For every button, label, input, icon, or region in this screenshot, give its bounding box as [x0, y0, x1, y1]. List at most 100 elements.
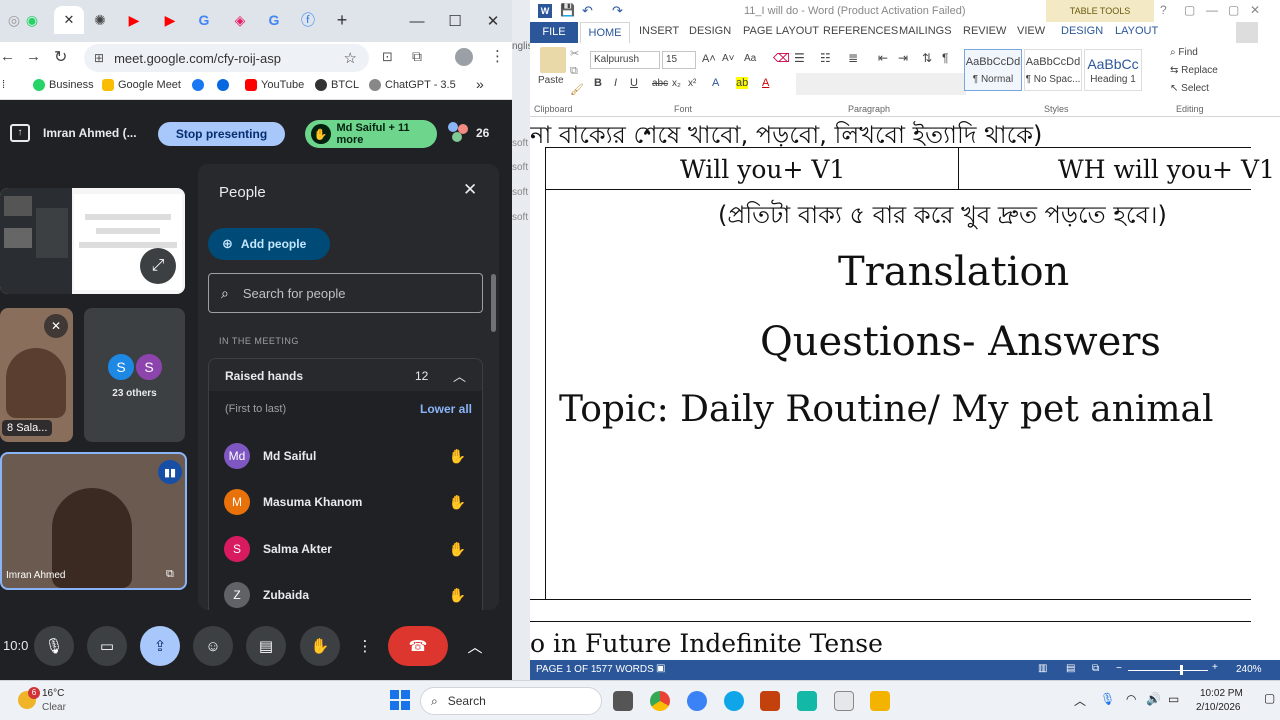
new-tab-icon[interactable]: + — [328, 6, 356, 34]
show-marks-icon[interactable]: ¶ — [942, 51, 948, 65]
raise-hand-icon[interactable]: ✋ — [300, 626, 340, 666]
paste-label[interactable]: Paste — [538, 75, 564, 86]
bookmark-business[interactable]: Business — [33, 79, 94, 91]
chevron-up-icon[interactable]: ︿ — [453, 366, 466, 385]
wifi-icon[interactable]: ◠ — [1126, 692, 1136, 706]
maximize-icon[interactable]: ☐ — [440, 8, 470, 34]
select-button[interactable]: ↖ Select — [1170, 83, 1209, 94]
close-icon[interactable]: ✕ — [64, 12, 75, 28]
more-bookmarks-icon[interactable]: » — [476, 76, 484, 92]
stop-presenting-button[interactable]: Stop presenting — [158, 122, 285, 146]
style-heading-1[interactable]: AaBbCc Heading 1 — [1084, 49, 1142, 91]
tab-whatsapp[interactable]: ◉ — [18, 6, 46, 34]
chevron-up-icon[interactable]: ︿ — [1074, 692, 1086, 709]
file-explorer-icon[interactable] — [870, 691, 890, 711]
volume-icon[interactable]: 🔊 — [1146, 692, 1161, 706]
tab-file[interactable]: FILE — [530, 22, 578, 43]
tab-item-2[interactable]: ◈ — [226, 6, 254, 34]
list-item[interactable]: M Masuma Khanom ✋ — [224, 486, 474, 518]
close-window-icon[interactable]: ✕ — [478, 8, 508, 34]
list-item[interactable]: S Salma Akter ✋ — [224, 533, 474, 565]
self-video-tile[interactable]: ▮▮ Imran Ahmed ⧉ — [0, 452, 187, 590]
tab-facebook[interactable]: ⓕ — [294, 6, 322, 34]
tab-meet-active[interactable]: ✕ — [54, 6, 84, 34]
proofing-icon[interactable]: ▣ — [656, 663, 665, 674]
style-normal[interactable]: AaBbCcDd ¶ Normal — [964, 49, 1022, 91]
windows-start-icon[interactable] — [390, 690, 410, 710]
chevron-up-icon[interactable]: ︿ — [460, 626, 490, 666]
profile-avatar[interactable] — [455, 48, 473, 66]
taskbar-date[interactable]: 2/10/2026 — [1196, 702, 1241, 713]
help-icon[interactable]: ? — [1160, 3, 1167, 17]
save-icon[interactable]: 💾 — [560, 3, 575, 17]
list-item[interactable]: Z Zubaida ✋ — [224, 579, 474, 610]
others-tile[interactable]: S S 23 others — [84, 308, 185, 442]
tab-references[interactable]: REFERENCES — [823, 25, 898, 37]
superscript-icon[interactable]: x² — [688, 78, 696, 89]
text-effects-icon[interactable]: A — [712, 77, 719, 89]
reload-icon[interactable]: ↻ — [54, 47, 67, 67]
back-icon[interactable]: ← — [0, 48, 15, 65]
raised-hands-chip[interactable]: ✋ Md Saiful + 11 more — [305, 120, 437, 148]
shrink-font-icon[interactable]: A˅ — [722, 53, 735, 64]
maximize-icon[interactable]: ▢ — [1228, 3, 1239, 17]
underline-icon[interactable]: U — [630, 77, 638, 89]
replace-button[interactable]: ⇆ Replace — [1170, 65, 1218, 76]
tab-chatgpt[interactable]: ✺ — [86, 6, 114, 34]
bookmark-youtube[interactable]: YouTube — [245, 79, 304, 91]
tab-youtube-2[interactable]: ▶ — [156, 6, 184, 34]
address-bar[interactable]: ⊞ meet.google.com/cfy-roij-asp ☆ — [84, 44, 369, 72]
forward-icon[interactable]: → — [26, 48, 41, 65]
minimize-icon[interactable]: — — [402, 8, 432, 34]
camera-icon[interactable]: ▭ — [87, 626, 127, 666]
find-button[interactable]: ⌕ Find — [1170, 47, 1198, 58]
raised-hands-header[interactable]: Raised hands 12 ︿ — [209, 359, 482, 391]
extensions-icon[interactable]: ⧉ — [412, 48, 422, 65]
increase-indent-icon[interactable]: ⇥ — [898, 51, 908, 65]
font-color-icon[interactable]: A — [762, 77, 769, 89]
bookmark-star-icon[interactable]: ☆ — [344, 49, 357, 67]
tab-table-layout[interactable]: LAYOUT — [1115, 25, 1158, 37]
tab-mailings[interactable]: MAILINGS — [899, 25, 952, 37]
bookmark-facebook[interactable] — [192, 79, 204, 91]
paste-icon[interactable] — [540, 47, 566, 73]
tab-review[interactable]: REVIEW — [963, 25, 1006, 37]
decrease-indent-icon[interactable]: ⇤ — [878, 51, 888, 65]
zoom-level[interactable]: 240% — [1236, 664, 1262, 675]
paragraph-tools-row[interactable] — [796, 73, 966, 95]
tab-page-layout[interactable]: PAGE LAYOUT — [743, 25, 819, 37]
app-icon[interactable] — [760, 691, 780, 711]
tab-view[interactable]: VIEW — [1017, 25, 1045, 37]
subscript-icon[interactable]: x₂ — [672, 78, 681, 89]
bookmark-chatgpt[interactable]: ChatGPT - 3.5 — [369, 79, 456, 91]
print-layout-icon[interactable]: ▤ — [1066, 663, 1075, 674]
grow-font-icon[interactable]: A˄ — [702, 53, 716, 65]
tab-insert[interactable]: INSERT — [639, 25, 679, 37]
notepad-icon[interactable] — [834, 691, 854, 711]
tab-youtube-1[interactable]: ▶ — [120, 6, 148, 34]
zoom-slider[interactable] — [1128, 670, 1208, 671]
tab-design[interactable]: DESIGN — [689, 25, 731, 37]
redo-icon[interactable]: ↷ — [612, 3, 623, 19]
ribbon-options-icon[interactable]: ▢ — [1184, 3, 1195, 17]
participant-tile[interactable]: ✕ 8 Sala... — [0, 308, 73, 442]
pin-icon[interactable]: ⧉ — [166, 568, 174, 581]
cast-icon[interactable]: ⊡ — [382, 49, 393, 65]
participants-icon[interactable] — [448, 122, 470, 144]
scrollbar[interactable] — [491, 274, 496, 332]
bullets-icon[interactable]: ☰ — [794, 51, 805, 65]
close-window-icon[interactable]: ✕ — [1250, 3, 1260, 17]
tab-google-2[interactable]: G — [260, 6, 288, 34]
menu-dots-icon[interactable]: ⋮ — [490, 47, 505, 65]
minimize-icon[interactable]: — — [1206, 3, 1218, 17]
numbering-icon[interactable]: ☷ — [820, 51, 831, 65]
bold-icon[interactable]: B — [594, 77, 602, 89]
document-canvas[interactable]: না বাক্যের শেষে খাবো, পড়বো, লিখবো ইত্যা… — [530, 117, 1280, 657]
chrome-app-icon[interactable] — [650, 691, 670, 711]
account-avatar[interactable] — [1236, 22, 1258, 43]
edge-app-icon[interactable] — [724, 691, 744, 711]
read-mode-icon[interactable]: ▥ — [1038, 663, 1047, 674]
leave-call-icon[interactable]: ☎ — [388, 626, 448, 666]
lower-all-button[interactable]: Lower all — [420, 402, 472, 416]
emoji-icon[interactable]: ☺ — [193, 626, 233, 666]
